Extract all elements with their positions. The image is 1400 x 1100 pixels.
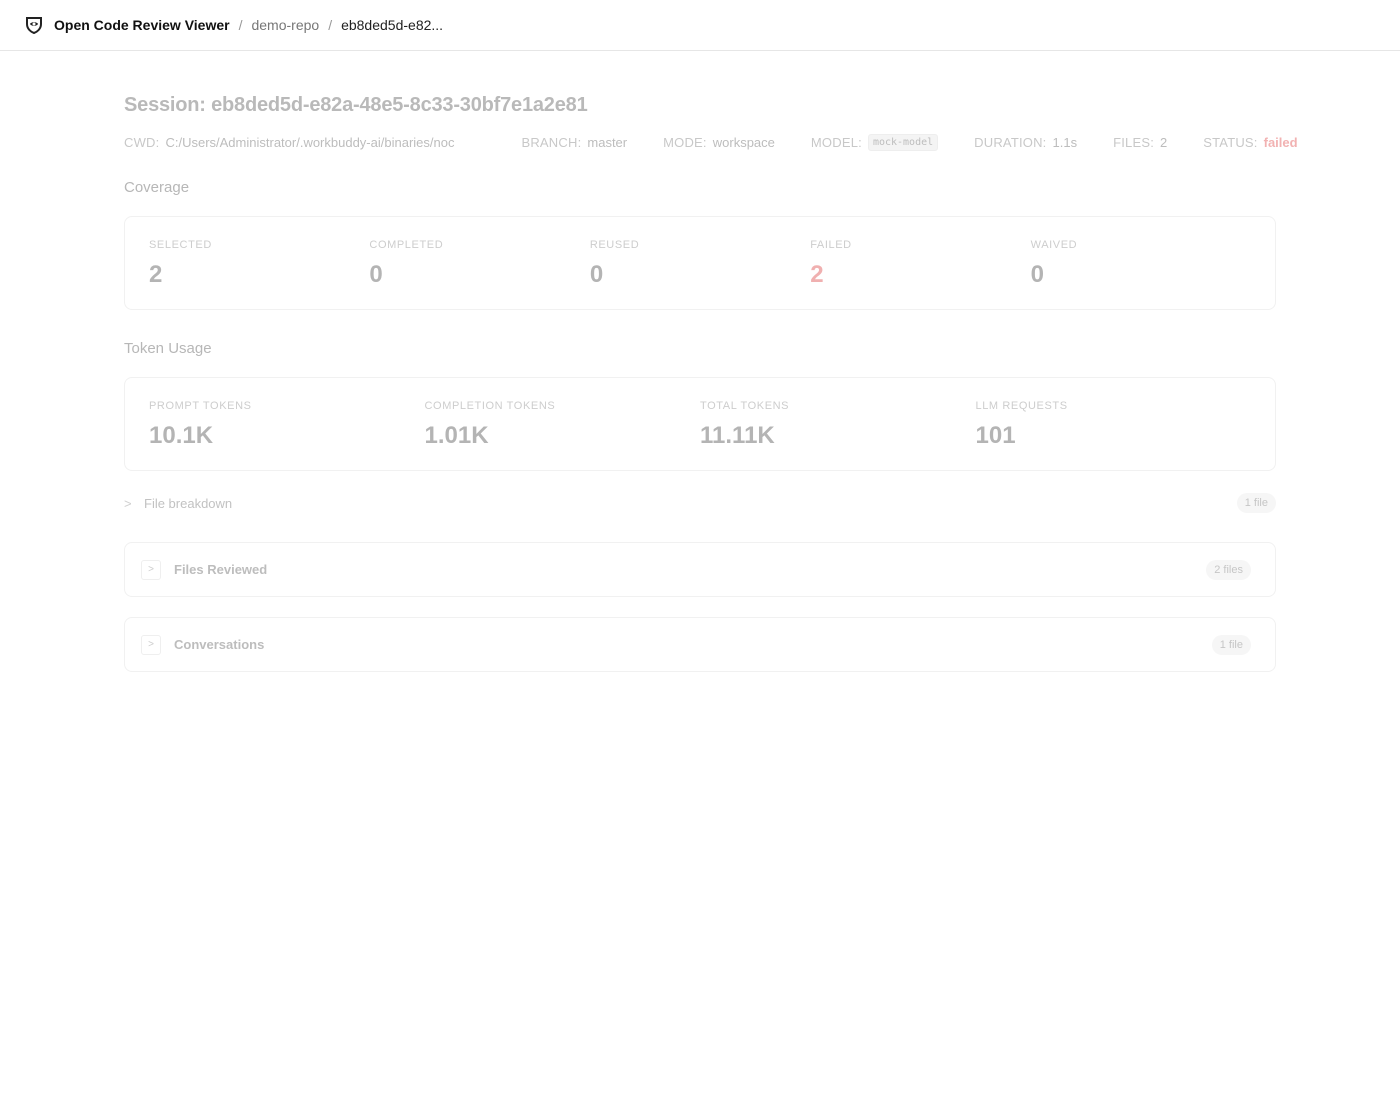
meta-cwd-label: CWD:: [124, 135, 160, 150]
status-badge: failed: [1263, 135, 1298, 150]
meta-duration-label: DURATION:: [974, 135, 1047, 150]
chevron-right-icon: >: [124, 495, 132, 511]
stat-selected: SELECTED 2: [149, 239, 369, 309]
files-reviewed-title: Files Reviewed: [174, 562, 268, 577]
meta-branch-value: master: [587, 135, 628, 150]
conversations-header[interactable]: > Conversations: [141, 634, 265, 655]
coverage-title: Coverage: [124, 179, 190, 196]
token-usage-title: Token Usage: [124, 340, 212, 357]
meta-cwd-value: C:/Users/Administrator/.workbuddy-ai/bin…: [165, 135, 455, 150]
meta-status-label: STATUS:: [1203, 135, 1258, 150]
file-count-badge: 1 file: [1211, 634, 1251, 655]
stat-value: 2: [149, 261, 163, 288]
session-title: Session: eb8ded5d-e82a-48e5-8c33-30bf7e1…: [124, 94, 588, 116]
stat-waived: WAIVED 0: [1031, 239, 1251, 309]
meta-branch: BRANCH: master: [521, 135, 627, 150]
token-usage-card: PROMPT TOKENS 10.1K COMPLETION TOKENS 1.…: [124, 377, 1276, 471]
stat-value: 2: [810, 261, 824, 288]
stat-completed: COMPLETED 0: [369, 239, 589, 309]
model-badge: mock-model: [867, 134, 939, 151]
conversations-panel[interactable]: > Conversations 1 file: [124, 617, 1276, 672]
session-main: Session: eb8ded5d-e82a-48e5-8c33-30bf7e1…: [124, 52, 1298, 672]
stat-label: WAIVED: [1030, 239, 1078, 251]
stat-value: 0: [589, 261, 604, 288]
coverage-card: SELECTED 2 COMPLETED 0 REUSED 0 FAILED 2…: [124, 216, 1276, 310]
chevron-right-icon[interactable]: >: [141, 559, 161, 580]
stat-label: LLM REQUESTS: [975, 400, 1068, 412]
stat-label: TOTAL TOKENS: [700, 400, 790, 412]
meta-model: MODEL: mock-model: [810, 134, 939, 151]
breadcrumb-separator: /: [328, 17, 333, 33]
stat-label: SELECTED: [149, 239, 212, 251]
meta-duration: DURATION: 1.1s: [974, 135, 1077, 150]
stat-label: COMPLETED: [369, 239, 444, 251]
shield-eye-icon[interactable]: [24, 15, 44, 35]
file-breakdown-header[interactable]: > File breakdown: [124, 496, 232, 511]
conversations-title: Conversations: [174, 637, 265, 652]
chevron-right-icon[interactable]: >: [141, 634, 161, 655]
stat-value: 1.01K: [424, 422, 489, 449]
stat-value: 11.11K: [700, 422, 775, 449]
stat-value: 10.1K: [149, 422, 214, 449]
meta-duration-value: 1.1s: [1052, 135, 1078, 150]
file-count-badge: 2 files: [1206, 559, 1251, 580]
files-reviewed-header[interactable]: > Files Reviewed: [141, 559, 268, 580]
stat-llm-requests: LLM REQUESTS 101: [976, 400, 1252, 470]
stat-completion-tokens: COMPLETION TOKENS 1.01K: [425, 400, 701, 470]
stat-value: 0: [369, 261, 383, 288]
app-title-link[interactable]: Open Code Review Viewer: [54, 17, 230, 33]
top-bar: Open Code Review Viewer / demo-repo / eb…: [0, 0, 1400, 51]
session-meta: CWD: C:/Users/Administrator/.workbuddy-a…: [124, 134, 1298, 151]
meta-cwd: CWD: C:/Users/Administrator/.workbuddy-a…: [124, 135, 485, 150]
file-breakdown-toggle[interactable]: > File breakdown 1 file: [124, 491, 1276, 515]
stat-value: 0: [1030, 261, 1044, 288]
stat-label: FAILED: [810, 239, 852, 251]
stat-label: PROMPT TOKENS: [149, 400, 252, 412]
stat-total-tokens: TOTAL TOKENS 11.11K: [700, 400, 976, 470]
meta-mode: MODE: workspace: [663, 135, 775, 150]
breadcrumb-session: eb8ded5d-e82...: [341, 17, 444, 33]
meta-files-label: FILES:: [1113, 135, 1155, 150]
stat-failed: FAILED 2: [810, 239, 1030, 309]
meta-status: STATUS: failed: [1203, 135, 1297, 150]
files-reviewed-panel[interactable]: > Files Reviewed 2 files: [124, 542, 1276, 597]
breadcrumb-separator: /: [238, 17, 243, 33]
meta-mode-value: workspace: [712, 135, 775, 150]
stat-value: 101: [975, 422, 1016, 449]
meta-files-value: 2: [1160, 135, 1168, 150]
stat-prompt-tokens: PROMPT TOKENS 10.1K: [149, 400, 425, 470]
meta-model-label: MODEL:: [810, 135, 862, 150]
breadcrumb-repo[interactable]: demo-repo: [251, 17, 319, 33]
meta-mode-label: MODE:: [663, 135, 707, 150]
file-breakdown-label: File breakdown: [144, 495, 233, 511]
stat-label: REUSED: [589, 239, 640, 251]
stat-label: COMPLETION TOKENS: [424, 400, 556, 412]
meta-files: FILES: 2: [1113, 135, 1167, 150]
meta-branch-label: BRANCH:: [521, 135, 582, 150]
stat-reused: REUSED 0: [590, 239, 810, 309]
file-count-badge: 1 file: [1236, 493, 1276, 513]
